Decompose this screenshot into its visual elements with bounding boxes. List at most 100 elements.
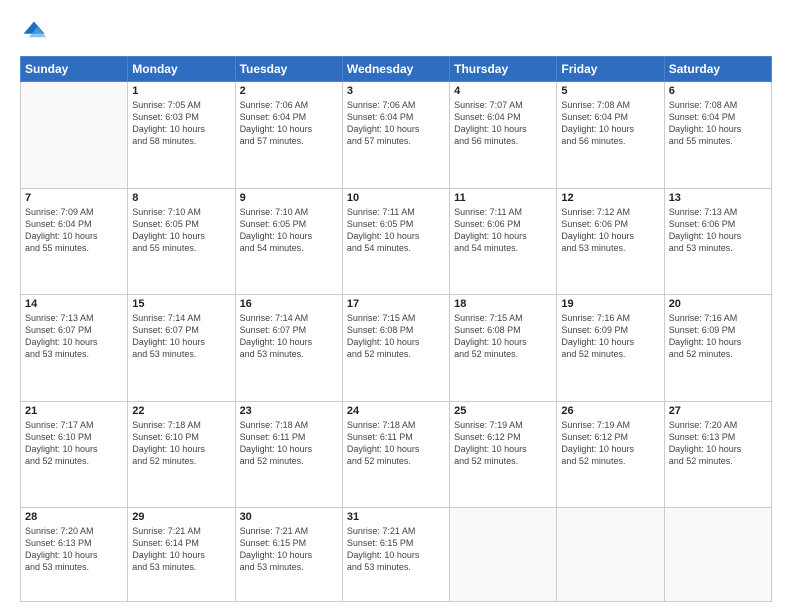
weekday-header-row: SundayMondayTuesdayWednesdayThursdayFrid…	[21, 57, 772, 82]
calendar-cell	[21, 82, 128, 189]
calendar-week-row: 14Sunrise: 7:13 AM Sunset: 6:07 PM Dayli…	[21, 295, 772, 402]
calendar-cell: 6 Sunrise: 7:08 AM Sunset: 6:04 PM Daylig…	[664, 82, 771, 189]
day-number: 23	[240, 405, 338, 417]
calendar-cell: 30Sunrise: 7:21 AM Sunset: 6:15 PM Dayli…	[235, 508, 342, 602]
day-info: Sunrise: 7:11 AM Sunset: 6:06 PM Dayligh…	[454, 206, 552, 255]
day-number: 27	[669, 405, 767, 417]
day-info: Sunrise: 7:10 AM Sunset: 6:05 PM Dayligh…	[132, 206, 230, 255]
weekday-header: Tuesday	[235, 57, 342, 82]
calendar-cell: 26 Sunrise: 7:19 AM Sunset: 6:12 PM Dayli…	[557, 401, 664, 508]
calendar-cell: 4 Sunrise: 7:07 AM Sunset: 6:04 PM Daylig…	[450, 82, 557, 189]
day-info: Sunrise: 7:18 AM Sunset: 6:10 PM Dayligh…	[132, 419, 230, 468]
calendar-week-row: 1 Sunrise: 7:05 AM Sunset: 6:03 PM Daylig…	[21, 82, 772, 189]
calendar-cell: 9 Sunrise: 7:10 AM Sunset: 6:05 PM Daylig…	[235, 188, 342, 295]
day-number: 15	[132, 298, 230, 310]
day-number: 4	[454, 85, 552, 97]
day-info: Sunrise: 7:16 AM Sunset: 6:09 PM Dayligh…	[669, 312, 767, 361]
weekday-header: Thursday	[450, 57, 557, 82]
day-info: Sunrise: 7:07 AM Sunset: 6:04 PM Dayligh…	[454, 99, 552, 148]
calendar-cell: 2 Sunrise: 7:06 AM Sunset: 6:04 PM Daylig…	[235, 82, 342, 189]
day-number: 6	[669, 85, 767, 97]
calendar-cell: 22 Sunrise: 7:18 AM Sunset: 6:10 PM Dayli…	[128, 401, 235, 508]
logo	[20, 18, 52, 46]
calendar-cell: 31Sunrise: 7:21 AM Sunset: 6:15 PM Dayli…	[342, 508, 449, 602]
day-info: Sunrise: 7:14 AM Sunset: 6:07 PM Dayligh…	[240, 312, 338, 361]
day-number: 22	[132, 405, 230, 417]
day-number: 14	[25, 298, 123, 310]
day-number: 18	[454, 298, 552, 310]
day-number: 10	[347, 192, 445, 204]
calendar-week-row: 21 Sunrise: 7:17 AM Sunset: 6:10 PM Dayli…	[21, 401, 772, 508]
day-info: Sunrise: 7:18 AM Sunset: 6:11 PM Dayligh…	[240, 419, 338, 468]
day-info: Sunrise: 7:20 AM Sunset: 6:13 PM Dayligh…	[669, 419, 767, 468]
day-info: Sunrise: 7:18 AM Sunset: 6:11 PM Dayligh…	[347, 419, 445, 468]
day-info: Sunrise: 7:05 AM Sunset: 6:03 PM Dayligh…	[132, 99, 230, 148]
calendar-cell: 17Sunrise: 7:15 AM Sunset: 6:08 PM Dayli…	[342, 295, 449, 402]
day-number: 7	[25, 192, 123, 204]
calendar-cell: 27 Sunrise: 7:20 AM Sunset: 6:13 PM Dayli…	[664, 401, 771, 508]
day-number: 11	[454, 192, 552, 204]
calendar-cell: 10 Sunrise: 7:11 AM Sunset: 6:05 PM Dayli…	[342, 188, 449, 295]
calendar-cell: 7 Sunrise: 7:09 AM Sunset: 6:04 PM Daylig…	[21, 188, 128, 295]
calendar-week-row: 28Sunrise: 7:20 AM Sunset: 6:13 PM Dayli…	[21, 508, 772, 602]
calendar-cell	[450, 508, 557, 602]
calendar-cell: 24 Sunrise: 7:18 AM Sunset: 6:11 PM Dayli…	[342, 401, 449, 508]
header	[20, 18, 772, 46]
day-info: Sunrise: 7:21 AM Sunset: 6:15 PM Dayligh…	[240, 525, 338, 574]
calendar-cell	[664, 508, 771, 602]
day-info: Sunrise: 7:16 AM Sunset: 6:09 PM Dayligh…	[561, 312, 659, 361]
day-number: 9	[240, 192, 338, 204]
calendar-cell: 18 Sunrise: 7:15 AM Sunset: 6:08 PM Dayli…	[450, 295, 557, 402]
calendar-week-row: 7 Sunrise: 7:09 AM Sunset: 6:04 PM Daylig…	[21, 188, 772, 295]
calendar-cell: 29 Sunrise: 7:21 AM Sunset: 6:14 PM Dayli…	[128, 508, 235, 602]
calendar-cell: 14Sunrise: 7:13 AM Sunset: 6:07 PM Dayli…	[21, 295, 128, 402]
day-number: 21	[25, 405, 123, 417]
day-info: Sunrise: 7:15 AM Sunset: 6:08 PM Dayligh…	[454, 312, 552, 361]
day-number: 8	[132, 192, 230, 204]
day-info: Sunrise: 7:19 AM Sunset: 6:12 PM Dayligh…	[454, 419, 552, 468]
day-info: Sunrise: 7:10 AM Sunset: 6:05 PM Dayligh…	[240, 206, 338, 255]
day-info: Sunrise: 7:09 AM Sunset: 6:04 PM Dayligh…	[25, 206, 123, 255]
day-info: Sunrise: 7:11 AM Sunset: 6:05 PM Dayligh…	[347, 206, 445, 255]
calendar-cell: 11 Sunrise: 7:11 AM Sunset: 6:06 PM Dayli…	[450, 188, 557, 295]
day-number: 5	[561, 85, 659, 97]
day-info: Sunrise: 7:08 AM Sunset: 6:04 PM Dayligh…	[669, 99, 767, 148]
day-info: Sunrise: 7:06 AM Sunset: 6:04 PM Dayligh…	[240, 99, 338, 148]
calendar-cell: 28Sunrise: 7:20 AM Sunset: 6:13 PM Dayli…	[21, 508, 128, 602]
day-number: 26	[561, 405, 659, 417]
day-number: 24	[347, 405, 445, 417]
day-number: 28	[25, 511, 123, 523]
calendar-cell: 19Sunrise: 7:16 AM Sunset: 6:09 PM Dayli…	[557, 295, 664, 402]
day-info: Sunrise: 7:06 AM Sunset: 6:04 PM Dayligh…	[347, 99, 445, 148]
calendar-table: SundayMondayTuesdayWednesdayThursdayFrid…	[20, 56, 772, 602]
day-number: 2	[240, 85, 338, 97]
calendar-cell: 8 Sunrise: 7:10 AM Sunset: 6:05 PM Daylig…	[128, 188, 235, 295]
calendar-cell: 25 Sunrise: 7:19 AM Sunset: 6:12 PM Dayli…	[450, 401, 557, 508]
day-info: Sunrise: 7:19 AM Sunset: 6:12 PM Dayligh…	[561, 419, 659, 468]
calendar-cell: 21 Sunrise: 7:17 AM Sunset: 6:10 PM Dayli…	[21, 401, 128, 508]
day-number: 12	[561, 192, 659, 204]
calendar-cell: 3 Sunrise: 7:06 AM Sunset: 6:04 PM Daylig…	[342, 82, 449, 189]
day-number: 1	[132, 85, 230, 97]
calendar-cell: 15Sunrise: 7:14 AM Sunset: 6:07 PM Dayli…	[128, 295, 235, 402]
day-number: 13	[669, 192, 767, 204]
day-number: 16	[240, 298, 338, 310]
calendar-cell: 5Sunrise: 7:08 AM Sunset: 6:04 PM Daylig…	[557, 82, 664, 189]
day-info: Sunrise: 7:21 AM Sunset: 6:14 PM Dayligh…	[132, 525, 230, 574]
weekday-header: Monday	[128, 57, 235, 82]
weekday-header: Wednesday	[342, 57, 449, 82]
day-number: 29	[132, 511, 230, 523]
day-number: 25	[454, 405, 552, 417]
calendar-cell	[557, 508, 664, 602]
day-info: Sunrise: 7:17 AM Sunset: 6:10 PM Dayligh…	[25, 419, 123, 468]
page: SundayMondayTuesdayWednesdayThursdayFrid…	[0, 0, 792, 612]
calendar-cell: 23 Sunrise: 7:18 AM Sunset: 6:11 PM Dayli…	[235, 401, 342, 508]
weekday-header: Sunday	[21, 57, 128, 82]
calendar-cell: 20Sunrise: 7:16 AM Sunset: 6:09 PM Dayli…	[664, 295, 771, 402]
calendar-cell: 16 Sunrise: 7:14 AM Sunset: 6:07 PM Dayli…	[235, 295, 342, 402]
calendar-cell: 1 Sunrise: 7:05 AM Sunset: 6:03 PM Daylig…	[128, 82, 235, 189]
day-info: Sunrise: 7:13 AM Sunset: 6:06 PM Dayligh…	[669, 206, 767, 255]
logo-icon	[20, 18, 48, 46]
day-info: Sunrise: 7:21 AM Sunset: 6:15 PM Dayligh…	[347, 525, 445, 574]
day-number: 3	[347, 85, 445, 97]
